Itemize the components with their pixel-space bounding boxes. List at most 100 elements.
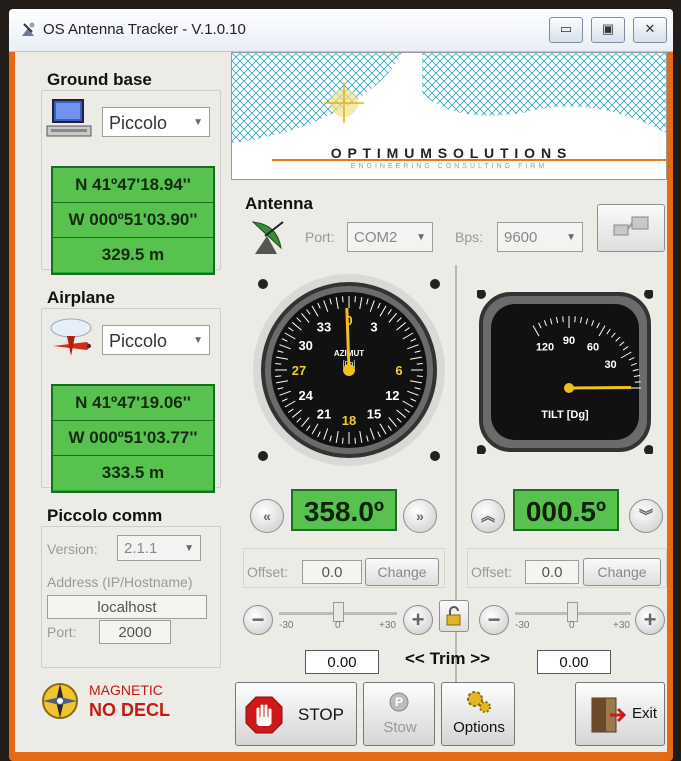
logo-subtitle: ENGINEERING CONSULTING FIRM (350, 163, 548, 170)
options-button[interactable]: Options (441, 682, 515, 746)
gauge-tick-label: 15 (367, 406, 381, 421)
antenna-connect-button[interactable] (597, 204, 665, 252)
piccolo-comm-title: Piccolo comm (47, 506, 163, 525)
port-field[interactable]: 2000 (99, 620, 171, 644)
exit-button[interactable]: Exit (575, 682, 665, 746)
chevron-down-icon: ▼ (184, 543, 194, 554)
version-select[interactable]: 2.1.1 ▼ (117, 535, 201, 561)
tilt-up-button[interactable]: ︽ (471, 499, 505, 533)
app-icon (22, 22, 35, 36)
antenna-port-select[interactable]: COM2 ▼ (347, 222, 433, 252)
gauge-screw (258, 279, 268, 289)
gauge-tick (634, 381, 641, 383)
ground-base-altitude: 329.5 m (53, 238, 213, 272)
tilt-offset-field[interactable]: 0.0 (525, 560, 579, 584)
connect-icon (613, 216, 649, 236)
gauge-tick (562, 316, 564, 323)
gauge-tick-label: 3 (370, 320, 377, 335)
stow-label: Stow (383, 719, 417, 736)
gauge-screw (430, 279, 440, 289)
logo-graphic (232, 53, 666, 143)
gauge-screw (430, 451, 440, 461)
version-value: 2.1.1 (124, 540, 158, 557)
airplane-altitude: 333.5 m (53, 456, 213, 490)
gauge-tick-label: 18 (342, 413, 356, 428)
exit-door-icon (591, 697, 626, 733)
gauge-tick-label: 120 (536, 341, 554, 353)
gauge-screw (644, 445, 653, 454)
chevron-down-icon: ▼ (566, 232, 576, 243)
trim-max-label: +30 (613, 620, 630, 631)
airplane-source-select[interactable]: Piccolo ▼ (102, 325, 210, 355)
tilt-trim-value: 0.00 (537, 650, 611, 674)
azimuth-readout: 358.0º (291, 489, 397, 531)
ground-base-longitude: W 000º51'03.90'' (53, 203, 213, 238)
trim-mid-label: 0 (335, 620, 341, 631)
gauge-screw (477, 290, 486, 299)
gauge-label: TILT [Dg] (541, 409, 589, 421)
park-icon: P (389, 692, 409, 712)
close-button[interactable]: ✕ (633, 17, 667, 43)
chevron-down-icon: ▼ (193, 335, 203, 346)
gauge-tick (354, 437, 356, 444)
client-area: Ground base Piccolo ▼ N 41º47'18.94'' W 0… (15, 52, 667, 752)
bps-select[interactable]: 9600 ▼ (497, 222, 583, 252)
stop-button[interactable]: STOP (235, 682, 357, 746)
gauge-tick (275, 363, 282, 365)
unlock-icon (446, 606, 461, 626)
minimize-button[interactable]: ▭ (549, 17, 583, 43)
azimuth-trim-minus-button[interactable]: − (243, 605, 273, 635)
exit-label: Exit (632, 705, 658, 722)
azimuth-offset-field[interactable]: 0.0 (302, 560, 362, 584)
tilt-needle (568, 385, 632, 390)
slider-thumb[interactable] (333, 602, 344, 622)
airplane-position: N 41º47'19.06'' W 000º51'03.77'' 333.5 m (51, 384, 215, 493)
address-field[interactable]: localhost (47, 595, 207, 619)
azimuth-trim-slider[interactable]: -30 0 +30 (279, 600, 397, 631)
version-label: Version: (47, 541, 98, 557)
tilt-down-button[interactable]: ︾ (629, 499, 663, 533)
slider-thumb[interactable] (567, 602, 578, 622)
gauge-tick (574, 316, 576, 323)
declination-label: NO DECL (89, 700, 170, 720)
lock-trim-button[interactable] (439, 600, 469, 632)
stow-button[interactable]: P Stow (363, 682, 435, 746)
trim-min-label: -30 (515, 620, 530, 631)
airplane-source-value: Piccolo (109, 331, 168, 351)
port-label: Port: (47, 624, 77, 640)
airplane-icon (50, 318, 92, 356)
gauge-tick-label: 30 (604, 359, 616, 371)
gauge-tick-label: 21 (317, 406, 331, 421)
company-logo: O P T I M U M S O L U T I O N S ENGINEER… (231, 52, 667, 180)
gauge-tick (416, 375, 423, 377)
window-title: OS Antenna Tracker - V.1.0.10 (43, 21, 246, 38)
gauge-tick-label: 60 (587, 341, 599, 353)
bps-value: 9600 (504, 229, 538, 246)
app-window: OS Antenna Tracker - V.1.0.10 ▭ ▣ ✕ Grou… (9, 9, 673, 761)
options-label: Options (453, 719, 505, 736)
azimuth-right-button[interactable]: » (403, 499, 437, 533)
magnetic-label: MAGNETIC (89, 682, 163, 698)
title-bar: OS Antenna Tracker - V.1.0.10 ▭ ▣ ✕ (9, 9, 673, 52)
gauge-screw (258, 451, 268, 461)
azimuth-trim-plus-button[interactable]: + (403, 605, 433, 635)
trim-label: << Trim >> (405, 649, 491, 668)
needle-hub (564, 383, 574, 393)
computer-icon (46, 99, 92, 137)
azimuth-left-button[interactable]: « (250, 499, 284, 533)
tilt-offset-label: Offset: (471, 564, 512, 580)
gauge-tick (275, 375, 282, 377)
gauge-tick (416, 363, 423, 365)
tilt-trim-slider[interactable]: -30 0 +30 (515, 600, 631, 631)
address-label: Address (IP/Hostname) (47, 574, 193, 590)
tilt-change-button[interactable]: Change (583, 558, 661, 586)
ground-base-title: Ground base (47, 70, 152, 89)
ground-base-source-select[interactable]: Piccolo ▼ (102, 107, 210, 137)
azimuth-change-button[interactable]: Change (365, 558, 439, 586)
maximize-button[interactable]: ▣ (591, 17, 625, 43)
tilt-trim-minus-button[interactable]: − (479, 605, 509, 635)
panel-divider (455, 265, 457, 701)
gauge-tick-label: 33 (317, 320, 331, 335)
tilt-trim-plus-button[interactable]: + (635, 605, 665, 635)
gauge-tick (342, 437, 344, 444)
